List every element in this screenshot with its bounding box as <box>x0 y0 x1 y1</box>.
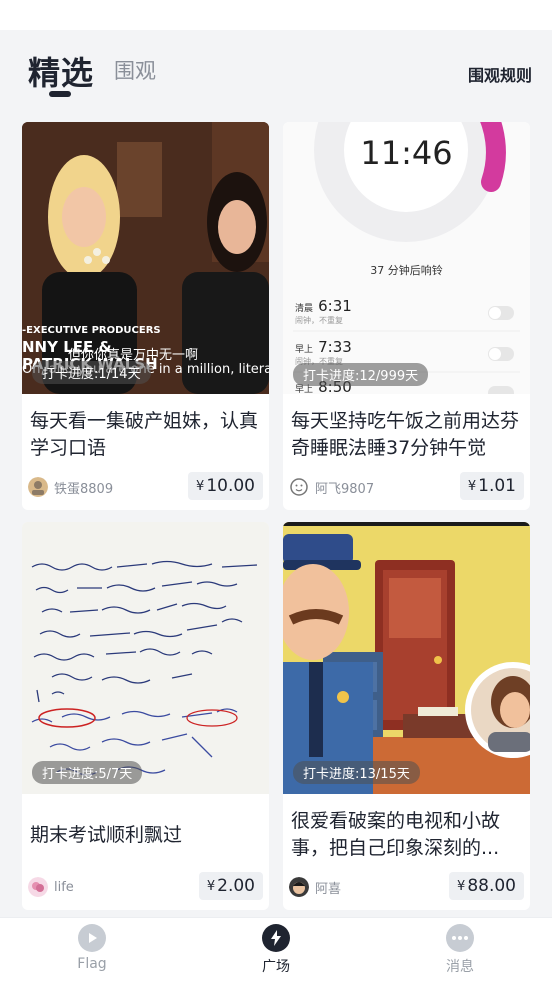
progress-badge: 打卡进度:5/7天 <box>32 761 143 784</box>
price-symbol: ¥ <box>457 878 466 894</box>
tab-active-indicator <box>49 91 71 97</box>
price-amount: 88.00 <box>467 876 516 896</box>
alarm-period: 清晨 <box>295 304 314 314</box>
price-tag: ¥ 1.01 <box>459 472 524 500</box>
card-title: 很爱看破案的电视和小故事，把自己印象深刻的... <box>291 810 501 859</box>
alarm-period: 早上 <box>295 345 314 355</box>
nav-messages-label: 消息 <box>446 959 474 975</box>
card-sitcom[interactable]: -EXECUTIVE PRODUCERS NNY LEE & PATRICK W… <box>22 122 269 510</box>
card-thumbnail: 打卡进度:5/7天 <box>22 522 269 794</box>
price-tag: ¥ 88.00 <box>449 872 524 900</box>
status-bar <box>0 0 552 30</box>
card-detective[interactable]: 打卡进度:13/15天 很爱看破案的电视和小故事，把自己印象深刻的... 阿喜 … <box>283 522 530 910</box>
card-thumbnail: 11:46 37 分钟后响铃 清晨 6:31 闹钟，不重复 早上 7:33 闹钟… <box>283 122 530 394</box>
tab-watch[interactable]: 围观 <box>114 55 156 85</box>
alarm-repeat: 闹钟，不重复 <box>295 316 343 325</box>
cartoon-police-image <box>283 522 530 794</box>
nav-plaza[interactable]: 广场 <box>236 924 316 976</box>
avatar <box>289 877 309 897</box>
handwritten-notes-image <box>22 522 269 794</box>
price-symbol: ¥ <box>196 478 205 494</box>
price-amount: 1.01 <box>478 476 516 496</box>
bottom-nav: Flag 广场 消息 <box>0 917 552 981</box>
alarm-row: 清晨 6:31 闹钟，不重复 <box>295 296 352 326</box>
username: 铁蛋8809 <box>54 481 114 497</box>
watch-rules-link[interactable]: 围观规则 <box>468 62 532 86</box>
card-title: 每天看一集破产姐妹，认真学习口语 <box>30 410 259 459</box>
messages-dots-icon <box>446 924 474 952</box>
alarm-time: 6:31 <box>318 297 352 315</box>
card-exam[interactable]: 打卡进度:5/7天 期末考试顺利飘过 life ¥ 2.00 <box>22 522 269 910</box>
username: life <box>54 879 74 895</box>
nav-flag[interactable]: Flag <box>52 924 132 972</box>
price-amount: 2.00 <box>217 876 255 896</box>
nav-messages[interactable]: 消息 <box>420 924 500 976</box>
username: 阿喜 <box>315 881 342 897</box>
progress-badge: 打卡进度:1/14天 <box>32 361 151 384</box>
price-tag: ¥ 2.00 <box>198 872 263 900</box>
price-amount: 10.00 <box>206 476 255 496</box>
price-symbol: ¥ <box>206 878 216 894</box>
avatar <box>28 477 48 497</box>
page-header: 精选 围观 围观规则 <box>0 30 552 110</box>
progress-badge: 打卡进度:12/999天 <box>293 363 429 386</box>
card-user[interactable]: 铁蛋8809 <box>28 476 113 498</box>
tab-featured[interactable]: 精选 <box>28 48 94 94</box>
price-tag: ¥ 10.00 <box>188 472 263 500</box>
nav-flag-label: Flag <box>77 956 107 972</box>
lightning-icon <box>262 924 290 952</box>
clock-time: 11:46 <box>360 134 453 172</box>
alarm-note: 37 分钟后响铃 <box>370 264 443 277</box>
avatar <box>290 478 308 496</box>
card-user[interactable]: 阿喜 <box>289 876 341 898</box>
nav-plaza-label: 广场 <box>262 959 290 975</box>
progress-badge: 打卡进度:13/15天 <box>293 761 420 784</box>
username: 阿飞9807 <box>315 481 375 497</box>
price-symbol: ¥ <box>467 478 477 494</box>
avatar <box>28 877 48 897</box>
card-title: 期末考试顺利飘过 <box>30 824 183 846</box>
alarm-time: 7:33 <box>318 338 352 356</box>
card-alarm[interactable]: 11:46 37 分钟后响铃 清晨 6:31 闹钟，不重复 早上 7:33 闹钟… <box>283 122 530 510</box>
flag-play-icon <box>78 924 106 952</box>
card-thumbnail: -EXECUTIVE PRODUCERS NNY LEE & PATRICK W… <box>22 122 269 394</box>
card-title: 每天坚持吃午饭之前用达芬奇睡眠法睡37分钟午觉 <box>291 410 520 459</box>
alarm-period: 早上 <box>295 385 314 394</box>
card-user[interactable]: 阿飞9807 <box>289 476 374 498</box>
card-thumbnail: 打卡进度:13/15天 <box>283 522 530 794</box>
video-credit-1: -EXECUTIVE PRODUCERS <box>22 325 161 336</box>
card-user[interactable]: life <box>28 876 74 898</box>
